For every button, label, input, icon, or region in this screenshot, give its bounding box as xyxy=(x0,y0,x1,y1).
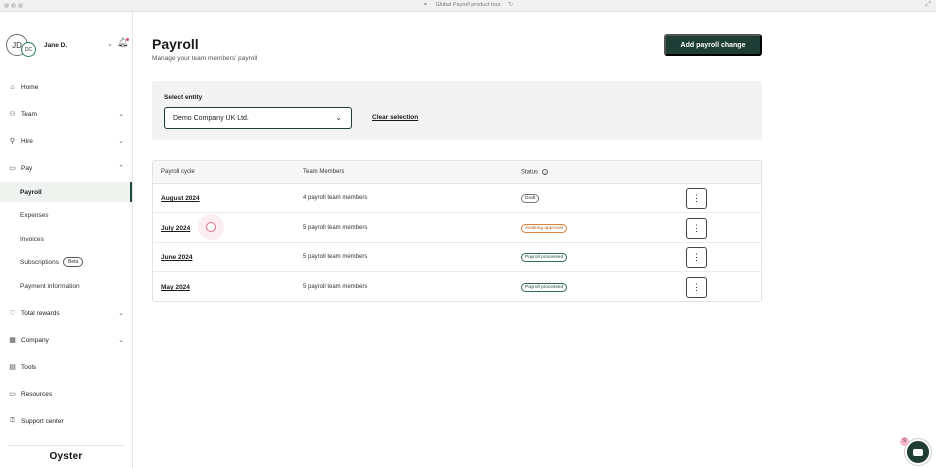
window-title: Global Payroll product tour xyxy=(435,2,501,8)
team-members-count: 5 payroll team members xyxy=(303,284,368,290)
payroll-cycle-link[interactable]: July 2024 xyxy=(161,225,190,232)
sidebar: JD DC Jane D. ⌄ 🔔︎ ⌂ Home ⚇ Team ⌄ ⚲ Hir… xyxy=(0,12,133,468)
window-title-bar: ⚭ Global Payroll product tour ↻ xyxy=(0,1,936,8)
sidebar-item-invoices[interactable]: Invoices xyxy=(0,229,132,249)
payroll-cycle-link[interactable]: June 2024 xyxy=(161,254,192,261)
pay-icon: ▭ xyxy=(9,165,16,172)
payroll-cycle-link[interactable]: May 2024 xyxy=(161,284,190,291)
entity-label: Select entity xyxy=(164,94,203,101)
sidebar-item-company[interactable]: ▦ Company ⌄ xyxy=(0,330,132,350)
column-header-cycle: Payroll cycle xyxy=(161,169,195,175)
help-icon: ⍰ xyxy=(10,417,15,424)
user-name: Jane D. xyxy=(44,42,68,49)
sidebar-item-home[interactable]: ⌂ Home xyxy=(0,77,132,97)
sidebar-item-label: Company xyxy=(21,336,49,344)
cursor-highlight xyxy=(198,214,224,240)
company-avatar: DC xyxy=(21,42,36,57)
kebab-icon: ⋮ xyxy=(692,282,701,292)
chevron-down-icon: ⌄ xyxy=(118,310,124,317)
chevron-down-icon: ⌄ xyxy=(335,113,342,122)
entity-panel: Select entity Demo Company UK Ltd. ⌄ Cle… xyxy=(152,81,762,140)
oyster-logo[interactable]: Oyster xyxy=(0,451,132,462)
tools-icon: ▤ xyxy=(9,364,16,371)
sidebar-item-label: Pay xyxy=(21,164,33,172)
table-row: May 2024 5 payroll team members Payroll … xyxy=(153,273,761,301)
row-actions-button[interactable]: ⋮ xyxy=(686,277,707,298)
row-actions-button[interactable]: ⋮ xyxy=(686,218,707,239)
chat-badge: 9 xyxy=(900,437,909,446)
heart-icon: ♡ xyxy=(9,310,16,317)
refresh-icon[interactable]: ↻ xyxy=(508,1,513,8)
chevron-down-icon: ⌄ xyxy=(118,138,124,145)
sidebar-item-label: Hire xyxy=(21,137,33,145)
row-actions-button[interactable]: ⋮ xyxy=(686,188,707,209)
sidebar-item-label: Support center xyxy=(21,417,64,425)
sidebar-item-subscriptions[interactable]: Subscriptions Beta xyxy=(0,252,132,272)
entity-select[interactable]: Demo Company UK Ltd. ⌄ xyxy=(164,107,352,129)
sidebar-item-label: Home xyxy=(21,83,39,91)
window-titlebar: ⚭ Global Payroll product tour ↻ ⤢ xyxy=(0,0,936,12)
kebab-icon: ⋮ xyxy=(692,252,701,262)
payroll-cycle-link[interactable]: August 2024 xyxy=(161,195,200,202)
sidebar-item-expenses[interactable]: Expenses xyxy=(0,205,132,225)
sidebar-item-pay[interactable]: ▭ Pay ⌃ xyxy=(0,158,132,178)
sidebar-item-label: Subscriptions xyxy=(20,258,60,266)
status-badge: Awaiting approval xyxy=(521,224,567,233)
notification-dot xyxy=(126,38,129,41)
sidebar-item-label: Team xyxy=(21,110,37,118)
folder-icon: ▭ xyxy=(9,391,16,398)
chevron-down-icon[interactable]: ⌄ xyxy=(107,40,113,48)
user-menu[interactable]: JD DC Jane D. ⌄ 🔔︎ xyxy=(6,34,129,60)
building-icon: ▦ xyxy=(9,337,16,344)
row-actions-button[interactable]: ⋮ xyxy=(686,247,707,268)
team-members-count: 5 payroll team members xyxy=(303,254,368,260)
chevron-down-icon: ⌄ xyxy=(118,337,124,344)
chevron-down-icon: ⌄ xyxy=(118,111,124,118)
page-subtitle: Manage your team members' payroll xyxy=(152,55,258,62)
column-header-status: Status i xyxy=(521,169,549,176)
sidebar-item-label: Resources xyxy=(21,390,53,398)
clear-selection-link[interactable]: Clear selection xyxy=(372,114,418,121)
column-header-status-label: Status xyxy=(521,169,539,176)
expand-icon[interactable]: ⤢ xyxy=(925,1,931,9)
home-icon: ⌂ xyxy=(10,83,15,91)
team-icon: ⚇ xyxy=(9,111,16,118)
info-icon[interactable]: i xyxy=(542,169,549,175)
kebab-icon: ⋮ xyxy=(692,193,701,203)
sidebar-item-payment-information[interactable]: Payment information xyxy=(0,276,132,296)
sidebar-item-payroll[interactable]: Payroll xyxy=(0,182,132,202)
sidebar-item-tools[interactable]: ▤ Tools xyxy=(0,357,132,377)
beta-badge: Beta xyxy=(63,257,84,267)
sidebar-divider xyxy=(8,445,124,446)
table-header: Payroll cycle Team Members Status i xyxy=(153,161,761,184)
sidebar-item-label: Tools xyxy=(21,363,37,371)
table-row: August 2024 4 payroll team members Draft… xyxy=(153,184,761,213)
column-header-members: Team Members xyxy=(303,169,345,175)
sidebar-item-total-rewards[interactable]: ♡ Total rewards ⌄ xyxy=(0,303,132,323)
payroll-table: Payroll cycle Team Members Status i Augus… xyxy=(152,160,762,302)
chat-icon[interactable] xyxy=(905,439,931,465)
sidebar-item-team[interactable]: ⚇ Team ⌄ xyxy=(0,104,132,124)
sidebar-item-resources[interactable]: ▭ Resources xyxy=(0,384,132,404)
status-badge: Draft xyxy=(521,194,540,203)
sidebar-item-support[interactable]: ⍰ Support center xyxy=(0,411,132,431)
status-badge: Payroll processed xyxy=(521,283,568,292)
kebab-icon: ⋮ xyxy=(692,223,701,233)
status-badge: Payroll processed xyxy=(521,253,568,262)
hire-icon: ⚲ xyxy=(9,138,16,145)
team-members-count: 4 payroll team members xyxy=(303,195,368,201)
sidebar-item-label: Total rewards xyxy=(21,309,60,317)
sidebar-item-hire[interactable]: ⚲ Hire ⌄ xyxy=(0,131,132,151)
table-row: June 2024 5 payroll team members Payroll… xyxy=(153,243,761,272)
chevron-up-icon: ⌃ xyxy=(118,165,124,172)
add-payroll-change-button[interactable]: Add payroll change xyxy=(664,34,762,56)
team-members-count: 5 payroll team members xyxy=(303,225,368,231)
table-row: July 2024 5 payroll team members Awaitin… xyxy=(153,214,761,243)
entity-select-value: Demo Company UK Ltd. xyxy=(173,114,249,122)
page-title: Payroll xyxy=(152,36,199,52)
link-icon: ⚭ xyxy=(422,2,428,8)
